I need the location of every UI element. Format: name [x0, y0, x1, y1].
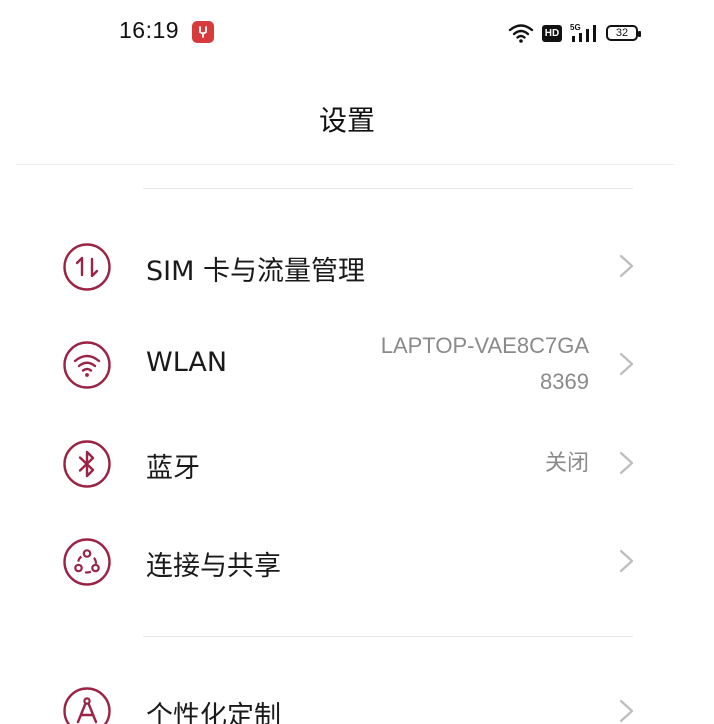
connection-sharing-icon	[63, 538, 111, 586]
status-time: 16:19	[119, 17, 180, 43]
status-bar: 16:19 HD 5G 32	[0, 0, 714, 66]
bluetooth-status: 关闭	[544, 451, 589, 476]
settings-item-label: 连接与共享	[146, 551, 281, 582]
section-divider	[143, 188, 633, 189]
network-type-label: 5G	[570, 23, 581, 32]
chevron-right-icon	[619, 254, 634, 278]
page-title: 设置	[318, 104, 375, 137]
wifi-signal-icon	[508, 24, 534, 43]
battery-icon: 32	[606, 25, 641, 41]
chevron-right-icon	[619, 352, 634, 376]
settings-item-label: SIM 卡与流量管理	[146, 256, 365, 287]
settings-item-label: 个性化定制	[146, 701, 281, 724]
sim-data-icon	[63, 243, 111, 291]
wifi-icon	[63, 341, 111, 389]
settings-item-personalization[interactable]: 个性化定制	[0, 662, 714, 724]
chevron-right-icon	[619, 549, 634, 573]
settings-screen: 16:19 HD 5G 32 设置 SIM 卡与流量管理 WLAN LAPTOP…	[0, 0, 714, 724]
wlan-network-name: LAPTOP-VAE8C7GA 8369	[381, 328, 589, 400]
section-divider	[143, 636, 633, 637]
personalization-icon	[63, 687, 111, 724]
settings-item-wlan[interactable]: WLAN LAPTOP-VAE8C7GA 8369	[0, 316, 714, 414]
chevron-right-icon	[619, 699, 634, 723]
chevron-right-icon	[619, 451, 634, 475]
wlan-network-name-line2: 8369	[540, 369, 589, 394]
bluetooth-icon	[63, 440, 111, 488]
wlan-network-name-line1: LAPTOP-VAE8C7GA	[380, 333, 589, 358]
settings-item-label: 蓝牙	[146, 453, 200, 484]
notification-app-icon	[192, 21, 214, 43]
hd-badge: HD	[542, 24, 562, 42]
settings-item-sim-data[interactable]: SIM 卡与流量管理	[0, 218, 714, 316]
status-icons: HD 5G 32	[508, 19, 641, 47]
header-divider	[16, 164, 674, 165]
settings-item-bluetooth[interactable]: 蓝牙 关闭	[0, 414, 714, 512]
settings-item-connection-sharing[interactable]: 连接与共享	[0, 512, 714, 610]
settings-item-label: WLAN	[146, 347, 228, 378]
cellular-signal-icon: 5G	[570, 23, 596, 42]
